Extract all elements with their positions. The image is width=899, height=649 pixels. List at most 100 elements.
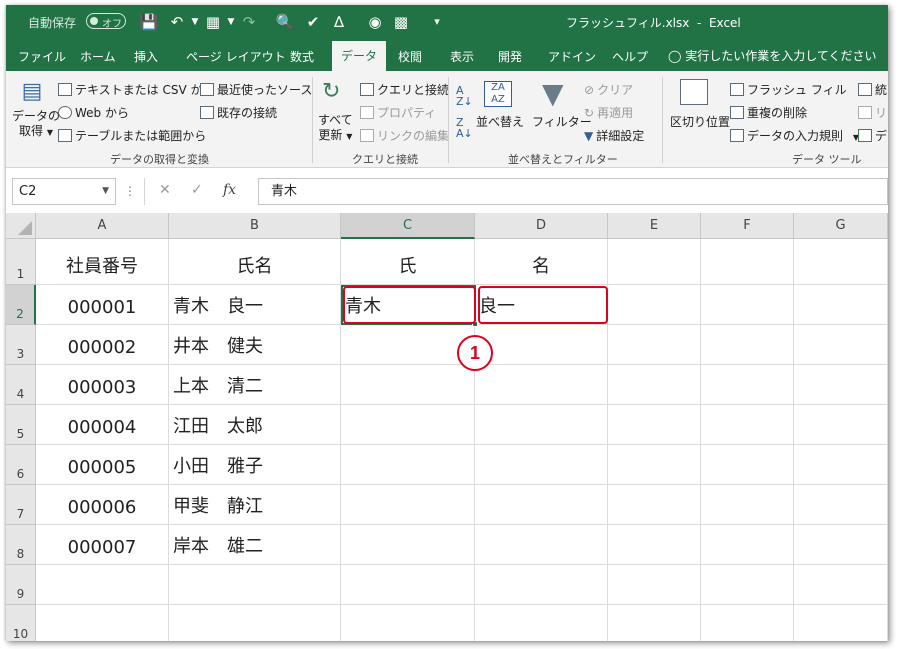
cell-e5[interactable]	[608, 405, 701, 445]
tab-file[interactable]: ファイル	[10, 45, 74, 71]
cell-c1[interactable]: 氏	[341, 239, 475, 285]
properties-button[interactable]: プロパティ	[360, 104, 436, 121]
formula-input[interactable]: 青木	[258, 178, 888, 205]
cell-b6[interactable]: 小田 雅子	[169, 445, 341, 485]
cell-b5[interactable]: 江田 太郎	[169, 405, 341, 445]
cell-b1[interactable]: 氏名	[169, 239, 341, 285]
cell-a8[interactable]: 000007	[36, 525, 169, 565]
cell-g1[interactable]	[794, 239, 888, 285]
tab-home[interactable]: ホーム	[72, 45, 124, 71]
data-validation-button[interactable]: データの入力規則 ▼	[730, 127, 859, 144]
cell-a5[interactable]: 000004	[36, 405, 169, 445]
insert-function-icon[interactable]: fx	[223, 182, 236, 198]
clear-filter-button[interactable]: ⊘ クリア	[584, 81, 633, 98]
column-header-f[interactable]: F	[701, 213, 794, 239]
cell-f8[interactable]	[701, 525, 794, 565]
text-to-columns-button[interactable]: 区切り位置	[670, 113, 730, 130]
chevron-down-icon[interactable]: ▼	[102, 179, 109, 204]
cell-f2[interactable]	[701, 285, 794, 325]
row-header-3[interactable]: 3	[6, 325, 36, 365]
cell-d10[interactable]	[475, 605, 608, 641]
tell-me-box[interactable]: ◯ 実行したい作業を入力してください	[668, 47, 877, 64]
cell-f1[interactable]	[701, 239, 794, 285]
from-table-button[interactable]: テーブルまたは範囲から	[58, 127, 206, 144]
cell-e4[interactable]	[608, 365, 701, 405]
customize-toolbar-icon[interactable]: ▾	[426, 11, 448, 33]
enter-icon[interactable]: ✓	[191, 182, 203, 198]
save-icon[interactable]: 💾	[138, 11, 160, 33]
cell-b10[interactable]	[169, 605, 341, 641]
flash-fill-button[interactable]: フラッシュ フィル	[730, 81, 847, 98]
advanced-filter-button[interactable]: ▼ 詳細設定	[584, 127, 644, 144]
cell-g3[interactable]	[794, 325, 888, 365]
cell-b3[interactable]: 井本 健夫	[169, 325, 341, 365]
cell-b7[interactable]: 甲斐 静江	[169, 485, 341, 525]
cell-d7[interactable]	[475, 485, 608, 525]
row-header-7[interactable]: 7	[6, 485, 36, 525]
cell-d9[interactable]	[475, 565, 608, 605]
tab-view[interactable]: 表示	[442, 45, 482, 71]
existing-connections-button[interactable]: 既存の接続	[200, 104, 277, 121]
spelling-icon[interactable]: ✔	[302, 11, 324, 33]
filter-button[interactable]: フィルター	[532, 113, 592, 130]
relationships-button[interactable]: リ	[858, 104, 887, 121]
cell-a3[interactable]: 000002	[36, 325, 169, 365]
row-header-9[interactable]: 9	[6, 565, 36, 605]
from-text-csv-button[interactable]: テキストまたは CSV から	[58, 81, 214, 98]
reapply-button[interactable]: ↻ 再適用	[584, 104, 633, 121]
column-header-b[interactable]: B	[169, 213, 341, 239]
cell-c10[interactable]	[341, 605, 475, 641]
cell-e2[interactable]	[608, 285, 701, 325]
row-header-1[interactable]: 1	[6, 239, 36, 285]
cell-d4[interactable]	[475, 365, 608, 405]
tab-developer[interactable]: 開発	[490, 45, 530, 71]
cell-g9[interactable]	[794, 565, 888, 605]
cell-e9[interactable]	[608, 565, 701, 605]
row-header-6[interactable]: 6	[6, 445, 36, 485]
cell-b4[interactable]: 上本 清二	[169, 365, 341, 405]
cell-g10[interactable]	[794, 605, 888, 641]
sort-asc-icon[interactable]: A Z↓	[456, 85, 473, 107]
row-header-10[interactable]: 10	[6, 605, 36, 641]
tab-formulas[interactable]: 数式	[282, 45, 322, 71]
cell-e8[interactable]	[608, 525, 701, 565]
column-header-c[interactable]: C	[341, 213, 475, 239]
cell-g6[interactable]	[794, 445, 888, 485]
tab-page-layout[interactable]: ページ レイアウト	[178, 45, 294, 71]
cell-b2[interactable]: 青木 良一	[169, 285, 341, 325]
format-painter-icon[interactable]: ∆	[328, 11, 350, 33]
column-header-a[interactable]: A	[36, 213, 169, 239]
sort-desc-icon[interactable]: Z A↓	[456, 117, 473, 139]
screenshot-icon[interactable]: ▩	[390, 11, 412, 33]
cell-c8[interactable]	[341, 525, 475, 565]
remove-duplicates-button[interactable]: 重複の削除	[730, 104, 807, 121]
cell-a6[interactable]: 000005	[36, 445, 169, 485]
cell-c4[interactable]	[341, 365, 475, 405]
cell-g2[interactable]	[794, 285, 888, 325]
cancel-icon[interactable]: ✕	[159, 182, 171, 198]
cell-e3[interactable]	[608, 325, 701, 365]
sort-button[interactable]: 並べ替え	[476, 113, 524, 130]
column-header-e[interactable]: E	[608, 213, 701, 239]
consolidate-button[interactable]: 統	[858, 81, 887, 98]
cell-c5[interactable]	[341, 405, 475, 445]
get-data-button[interactable]: データの 取得 ▼	[12, 109, 60, 140]
column-header-d[interactable]: D	[475, 213, 608, 239]
cell-f7[interactable]	[701, 485, 794, 525]
redo-icon[interactable]: ↷	[238, 11, 260, 33]
recent-sources-button[interactable]: 最近使ったソース	[200, 81, 312, 98]
cell-c3[interactable]	[341, 325, 475, 365]
tab-addins[interactable]: アドイン	[540, 45, 604, 71]
cell-b8[interactable]: 岸本 雄二	[169, 525, 341, 565]
refresh-all-button[interactable]: すべて 更新 ▼	[318, 113, 353, 144]
cell-a4[interactable]: 000003	[36, 365, 169, 405]
cell-e7[interactable]	[608, 485, 701, 525]
formula-bar-grip-icon[interactable]: ⋮	[124, 184, 136, 198]
cell-d5[interactable]	[475, 405, 608, 445]
cell-f9[interactable]	[701, 565, 794, 605]
cell-b9[interactable]	[169, 565, 341, 605]
cell-f3[interactable]	[701, 325, 794, 365]
autosave-toggle[interactable]: オフ	[86, 13, 126, 30]
camera-icon[interactable]: ◉	[364, 11, 386, 33]
cell-g7[interactable]	[794, 485, 888, 525]
